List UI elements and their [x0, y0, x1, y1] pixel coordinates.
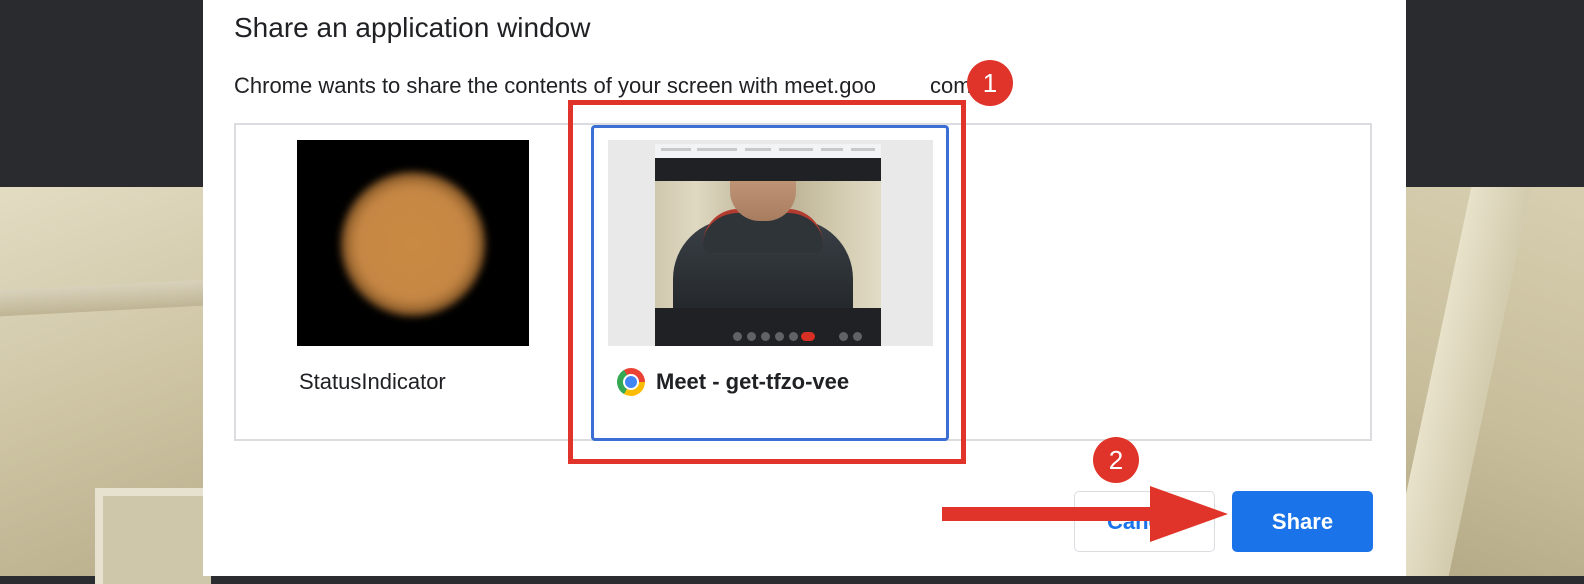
annotation-step-1-badge: 1: [967, 60, 1013, 106]
dialog-subtitle: Chrome wants to share the contents of yo…: [234, 73, 978, 99]
annotation-highlight-box: [568, 100, 966, 464]
subtitle-text: Chrome wants to share the contents of yo…: [234, 73, 876, 98]
status-dot-icon: [341, 172, 485, 316]
background-door-frame: [95, 488, 211, 584]
window-thumbnail: [297, 140, 529, 346]
dialog-title: Share an application window: [234, 12, 591, 43]
annotation-arrow-shaft: [942, 507, 1157, 521]
window-item-statusindicator[interactable]: StatusIndicator: [297, 140, 529, 420]
window-label: StatusIndicator: [299, 369, 446, 394]
annotation-arrow-icon: [1150, 486, 1228, 542]
share-button[interactable]: Share: [1232, 491, 1373, 552]
annotation-step-2-badge: 2: [1093, 437, 1139, 483]
